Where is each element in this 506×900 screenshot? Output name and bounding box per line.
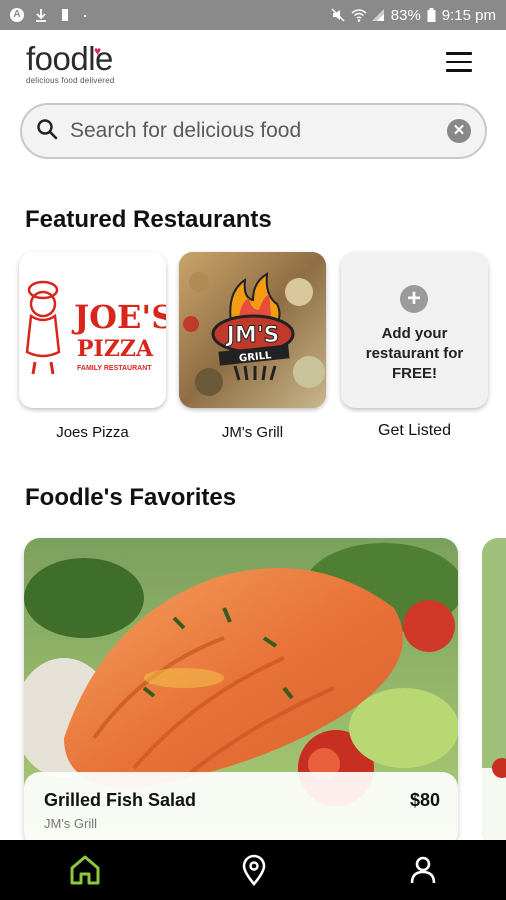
add-plus-icon: + <box>400 285 428 313</box>
app-notification-icon: A <box>10 8 24 22</box>
more-dot-icon: · <box>82 5 88 25</box>
jms-grill-logo: JM'S GRILL <box>179 252 326 408</box>
notification-icon <box>58 8 72 22</box>
favorite-item-price: $80 <box>409 790 440 810</box>
jms-logo-top: JM'S <box>225 323 280 348</box>
favorites-section-title: Foodle's Favorites <box>25 484 237 511</box>
add-restaurant-text: Add your restaurant for FREE! <box>349 324 480 384</box>
bottom-navigation <box>0 840 506 900</box>
favorite-item-restaurant: JM's Grill <box>44 816 98 831</box>
search-bar[interactable]: ✕ <box>20 103 487 159</box>
status-right-icons: 83% 9:15 pm <box>331 7 496 24</box>
next-favorite-card-peek[interactable] <box>482 538 506 848</box>
add-text-line3: FREE! <box>392 365 437 382</box>
add-text-line2: restaurant for <box>365 345 464 362</box>
logo-wordmark: foodle <box>26 40 113 77</box>
battery-icon <box>427 8 436 22</box>
signal-icon <box>371 8 385 22</box>
search-input[interactable] <box>70 119 447 143</box>
mute-icon <box>331 8 345 22</box>
status-bar: A · 83% 9:15 pm <box>0 0 506 30</box>
status-left-icons: A · <box>10 5 88 25</box>
favorite-item-info: Grilled Fish Salad JM's Grill $80 <box>24 772 458 848</box>
hamburger-menu-icon[interactable] <box>446 52 474 76</box>
favorite-item-name: Grilled Fish Salad <box>44 790 197 810</box>
heart-icon: ♥ <box>94 44 102 58</box>
favorite-item-card[interactable]: Grilled Fish Salad JM's Grill $80 <box>24 538 458 848</box>
battery-percent: 83% <box>390 6 421 24</box>
clear-search-icon[interactable]: ✕ <box>447 119 471 143</box>
search-icon <box>36 118 58 145</box>
restaurant-name-jms-grill[interactable]: JM's Grill <box>179 424 326 441</box>
wifi-icon <box>351 8 367 22</box>
home-icon[interactable] <box>67 852 103 888</box>
get-listed-label[interactable]: Get Listed <box>341 422 488 440</box>
profile-icon[interactable] <box>405 852 441 888</box>
add-restaurant-card[interactable]: + Add your restaurant for FREE! <box>341 252 488 408</box>
add-text-line1: Add your <box>381 325 448 342</box>
restaurant-card-joes-pizza[interactable]: JOE'S PIZZA FAMILY RESTAURANT <box>19 252 166 408</box>
foodle-logo[interactable]: foodle ♥ delicious food delivered <box>26 40 115 86</box>
featured-section-title: Featured Restaurants <box>25 206 272 233</box>
restaurant-name-joes-pizza[interactable]: Joes Pizza <box>19 424 166 441</box>
app-header: foodle ♥ delicious food delivered <box>0 30 506 100</box>
joes-pizza-logo: JOE'S PIZZA FAMILY RESTAURANT <box>19 252 166 408</box>
clock: 9:15 pm <box>441 6 496 24</box>
download-icon <box>34 8 48 22</box>
featured-restaurants-carousel: JOE'S PIZZA FAMILY RESTAURANT Joes Pizza <box>0 252 506 452</box>
joes-logo-mid: PIZZA <box>77 336 154 362</box>
logo-tagline: delicious food delivered <box>26 76 115 85</box>
restaurant-card-jms-grill[interactable]: JM'S GRILL <box>179 252 326 408</box>
joes-logo-top: JOE'S <box>71 298 166 336</box>
joes-logo-sub: FAMILY RESTAURANT <box>77 365 152 372</box>
location-pin-icon[interactable] <box>236 852 272 888</box>
